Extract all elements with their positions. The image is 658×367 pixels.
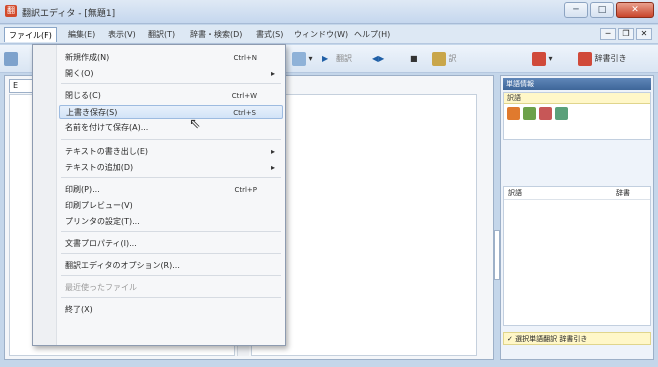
close-button[interactable]: ✕ — [616, 2, 654, 18]
mdi-minimize-button[interactable]: ─ — [600, 28, 616, 40]
menu-help[interactable]: ヘルプ(H) — [350, 27, 394, 42]
mdi-controls: ─ ❐ ✕ — [600, 28, 652, 40]
toolbar-dropdown-2[interactable]: ▾ — [532, 50, 553, 68]
menu-separator — [61, 297, 281, 298]
col-dictionary: 辞書 — [616, 189, 630, 197]
menu-item-open[interactable]: 開く(O) ▸ — [59, 67, 283, 81]
dictionary-list[interactable]: 訳語 辞書 — [503, 186, 651, 326]
copy-icon[interactable] — [523, 107, 536, 120]
stop-icon[interactable]: ■ — [410, 50, 418, 68]
menu-separator — [61, 275, 281, 276]
menu-item-print[interactable]: 印刷(P)... Ctrl+P — [59, 183, 283, 197]
menu-icon-gutter — [33, 45, 57, 345]
menu-item-print-preview[interactable]: 印刷プレビュー(V) — [59, 199, 283, 213]
menu-separator — [61, 253, 281, 254]
menu-bar: ファイル(F) 編集(E) 表示(V) 翻訳(T) 辞書・検索(D) 書式(S)… — [0, 25, 658, 44]
menu-item-close[interactable]: 閉じる(C) Ctrl+W — [59, 89, 283, 103]
menu-file[interactable]: ファイル(F) — [4, 27, 57, 42]
title-bar: 翻 翻訳エディタ - [無題1] ─ □ ✕ — [0, 0, 658, 24]
menu-item-label: テキストの追加(D) — [65, 163, 134, 172]
menu-item-label: 閉じる(C) — [65, 91, 101, 100]
menu-item-exit[interactable]: 終了(X) — [59, 303, 283, 317]
back-forward-icon[interactable]: ◀▶ — [372, 50, 384, 68]
menu-item-label: 終了(X) — [65, 305, 93, 314]
menu-item-label: 印刷プレビュー(V) — [65, 201, 133, 210]
menu-item-shortcut: Ctrl+N — [233, 54, 257, 62]
toolbar-translate-icon[interactable]: 訳 — [432, 50, 457, 68]
minimize-button[interactable]: ─ — [564, 2, 588, 18]
menu-item-shortcut: Ctrl+P — [234, 186, 257, 194]
panel-title: 単語情報 — [503, 78, 651, 90]
menu-item-document-properties[interactable]: 文書プロパティ(I)... — [59, 237, 283, 251]
menu-edit[interactable]: 編集(E) — [64, 27, 99, 42]
menu-dictionary[interactable]: 辞書・検索(D) — [186, 27, 246, 42]
menu-item-export-text[interactable]: テキストの書き出し(E) ▸ — [59, 145, 283, 159]
app-icon: 翻 — [5, 5, 17, 17]
menu-translate[interactable]: 翻訳(T) — [144, 27, 179, 42]
insert-icon[interactable] — [507, 107, 520, 120]
menu-item-label: 上書き保存(S) — [66, 108, 118, 117]
selected-word-lookup-toggle[interactable]: ✓ 選択単語翻訳 辞書引き — [503, 332, 651, 345]
menu-separator — [61, 177, 281, 178]
menu-separator — [61, 139, 281, 140]
menu-item-editor-options[interactable]: 翻訳エディタのオプション(R)... — [59, 259, 283, 273]
menu-item-label: 印刷(P)... — [65, 185, 100, 194]
window-controls: ─ □ ✕ — [564, 2, 654, 18]
menu-item-new[interactable]: 新規作成(N) Ctrl+N — [59, 51, 283, 65]
menu-item-label: 最近使ったファイル — [65, 283, 137, 292]
menu-item-label: テキストの書き出し(E) — [65, 147, 149, 156]
menu-item-save-as[interactable]: 名前を付けて保存(A)... — [59, 121, 283, 135]
toolbar-dropdown-1[interactable]: ▾ — [292, 50, 313, 68]
mdi-restore-button[interactable]: ❐ — [618, 28, 634, 40]
col-translation: 訳語 — [508, 189, 522, 197]
list-header: 訳語 辞書 — [504, 187, 650, 200]
menu-item-label: 新規作成(N) — [65, 53, 110, 62]
menu-item-recent-files: 最近使ったファイル — [59, 281, 283, 295]
menu-window[interactable]: ウィンドウ(W) — [290, 27, 352, 42]
menu-item-label: 翻訳エディタのオプション(R)... — [65, 261, 180, 270]
window-title: 翻訳エディタ - [無題1] — [22, 9, 116, 19]
menu-item-shortcut: Ctrl+W — [231, 92, 257, 100]
menu-item-label: 開く(O) — [65, 69, 94, 78]
menu-item-shortcut: Ctrl+S — [233, 109, 256, 117]
menu-separator — [61, 83, 281, 84]
menu-item-printer-setup[interactable]: プリンタの設定(T)... — [59, 215, 283, 229]
menu-item-add-text[interactable]: テキストの追加(D) ▸ — [59, 161, 283, 175]
menu-item-label: プリンタの設定(T)... — [65, 217, 140, 226]
submenu-arrow-icon: ▸ — [270, 147, 275, 156]
play-icon[interactable]: ▶ — [322, 50, 328, 68]
edit-icon[interactable] — [539, 107, 552, 120]
mouse-cursor-icon: ⇖ — [189, 116, 201, 132]
maximize-button[interactable]: □ — [590, 2, 614, 18]
menu-item-label: 文書プロパティ(I)... — [65, 239, 137, 248]
translation-word-box: 訳語 — [503, 92, 651, 140]
toolbar-left-icon[interactable] — [4, 50, 18, 68]
translation-word-header: 訳語 — [504, 93, 650, 104]
document-tab[interactable]: E — [9, 79, 33, 93]
file-menu-dropdown: 新規作成(N) Ctrl+N 開く(O) ▸ 閉じる(C) Ctrl+W 上書き保存(S) C… — [32, 44, 286, 346]
translate-button[interactable]: 翻訳 — [336, 50, 352, 68]
menu-separator — [61, 231, 281, 232]
submenu-arrow-icon: ▸ — [270, 163, 275, 172]
menu-item-label: 名前を付けて保存(A)... — [65, 123, 149, 132]
submenu-arrow-icon: ▸ — [270, 69, 275, 78]
menu-format[interactable]: 書式(S) — [252, 27, 287, 42]
register-icon[interactable] — [555, 107, 568, 120]
word-info-panel: 単語情報 訳語 訳語 辞書 ✓ 選択単語翻訳 辞書引き — [500, 75, 654, 360]
menu-view[interactable]: 表示(V) — [104, 27, 140, 42]
mdi-close-button[interactable]: ✕ — [636, 28, 652, 40]
menu-item-save[interactable]: 上書き保存(S) Ctrl+S — [59, 105, 283, 119]
dictionary-lookup-button[interactable]: 辞書引き — [578, 50, 627, 68]
